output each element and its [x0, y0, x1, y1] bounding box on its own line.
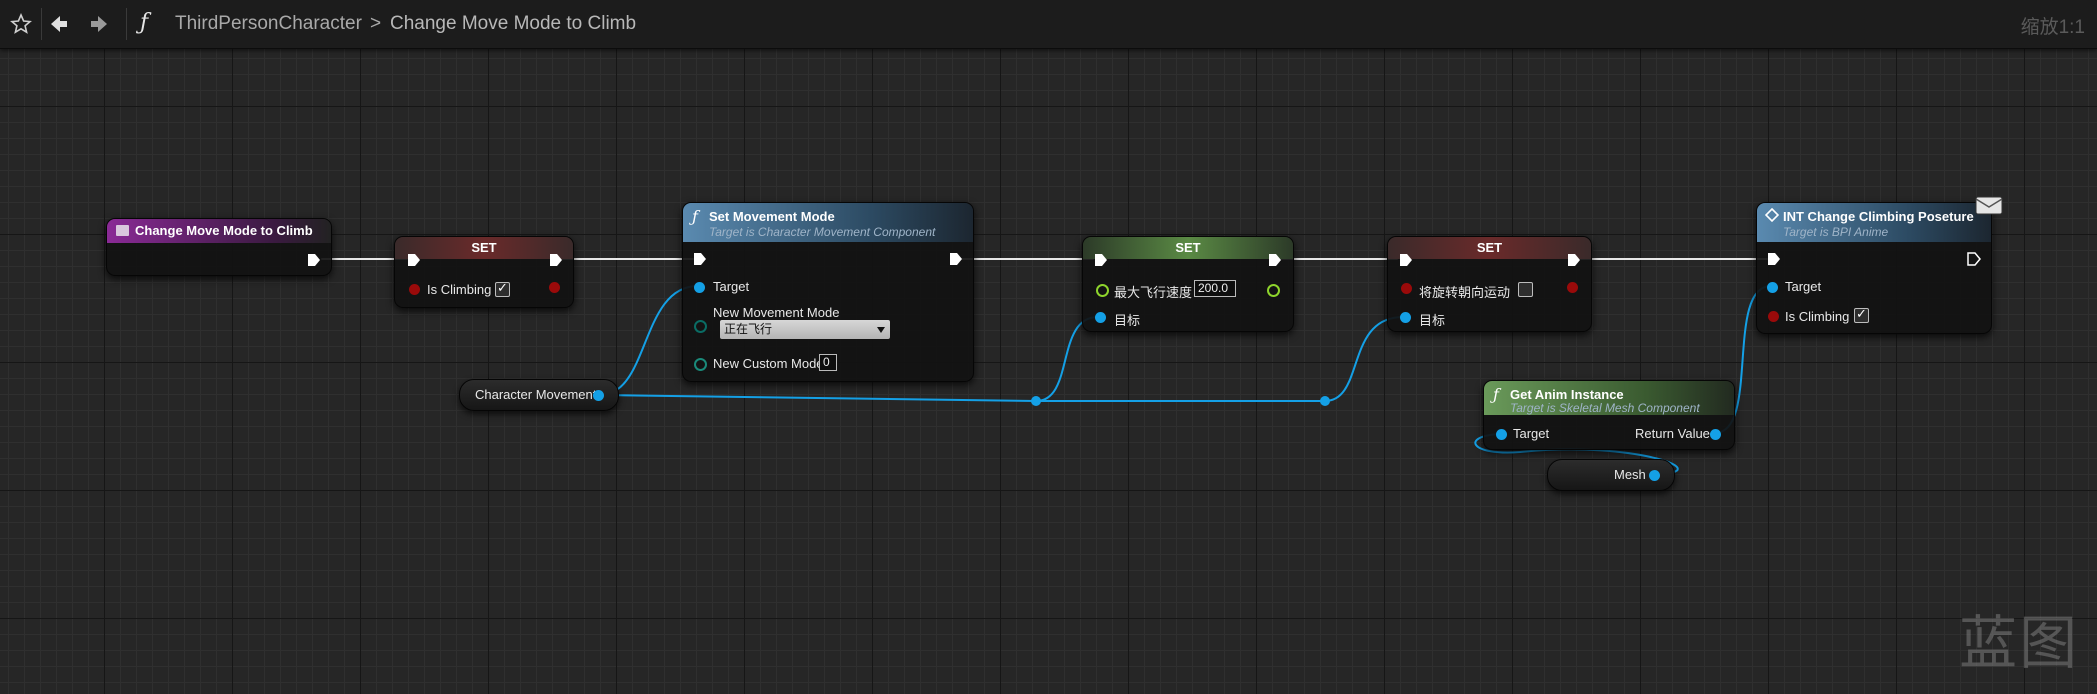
object-output-pin-icon[interactable] [1649, 470, 1660, 481]
node-subtitle: Target is Skeletal Mesh Component [1510, 401, 1700, 415]
chevron-down-icon [877, 327, 885, 333]
get-anim-instance-node[interactable]: ƒ Get Anim Instance Target is Skeletal M… [1483, 380, 1735, 450]
bool-output-pin-icon[interactable] [549, 282, 560, 293]
bool-input-pin-icon[interactable] [1401, 283, 1412, 294]
node-header: Change Move Mode to Climb [107, 219, 331, 243]
back-arrow-icon[interactable] [47, 12, 71, 36]
node-header: ƒ Set Movement Mode Target is Character … [683, 203, 973, 242]
float-input-pin-icon[interactable] [1096, 284, 1109, 297]
object-output-pin-icon[interactable] [1710, 429, 1721, 440]
exec-in-pin-icon[interactable] [693, 252, 707, 266]
pin-label: Is Climbing [1785, 309, 1850, 324]
dropdown-value: 正在飞行 [724, 322, 773, 336]
pin-label: 最大飞行速度 [1114, 285, 1193, 300]
orient-rotation-checkbox[interactable] [1518, 282, 1533, 297]
function-icon: ƒ [1493, 385, 1499, 404]
object-input-pin-icon[interactable] [1767, 282, 1778, 293]
custom-mode-input[interactable]: 0 [819, 354, 837, 371]
object-input-pin-icon[interactable] [1400, 312, 1411, 323]
exec-in-pin-icon[interactable] [1094, 253, 1108, 267]
character-movement-variable[interactable]: Character Movement [459, 379, 619, 411]
bool-input-pin-icon[interactable] [1768, 311, 1779, 322]
float-output-pin-icon[interactable] [1267, 284, 1280, 297]
object-input-pin-icon[interactable] [694, 282, 705, 293]
reroute-knot [1031, 396, 1041, 406]
node-title: Get Anim Instance [1510, 387, 1624, 402]
mesh-variable[interactable]: Mesh [1547, 459, 1675, 491]
set-movement-mode-node[interactable]: ƒ Set Movement Mode Target is Character … [682, 202, 974, 382]
node-title: SET [1388, 237, 1591, 259]
function-icon: ƒ [140, 10, 149, 35]
object-input-pin-icon[interactable] [1095, 312, 1106, 323]
function-entry-node[interactable]: Change Move Mode to Climb [106, 218, 332, 276]
set-max-fly-speed-node[interactable]: SET 最大飞行速度 200.0 目标 [1082, 236, 1294, 332]
exec-out-pin-icon[interactable] [1967, 252, 1981, 266]
node-header: ƒ Get Anim Instance Target is Skeletal M… [1484, 381, 1734, 415]
node-title: Set Movement Mode [709, 209, 835, 224]
exec-in-pin-icon[interactable] [1767, 252, 1781, 266]
object-input-pin-icon[interactable] [1496, 429, 1507, 440]
node-subtitle: Target is BPI Anime [1783, 225, 1889, 239]
breadcrumb-blueprint[interactable]: ThirdPersonCharacter [175, 13, 362, 35]
pin-label: Return Value [1635, 426, 1710, 441]
exec-in-pin-icon[interactable] [1399, 253, 1413, 267]
node-subtitle: Target is Character Movement Component [709, 225, 936, 239]
is-climbing-checkbox[interactable] [495, 280, 510, 297]
pin-label: New Custom Mode [713, 356, 824, 371]
exec-out-pin-icon[interactable] [307, 253, 321, 267]
set-is-climbing-node[interactable]: SET Is Climbing [394, 236, 574, 308]
pin-label: 目标 [1114, 313, 1141, 328]
watermark: 蓝图 [1958, 609, 2079, 677]
object-output-pin-icon[interactable] [593, 390, 604, 401]
fly-speed-input[interactable]: 200.0 [1194, 280, 1236, 297]
int-input-pin-icon[interactable] [694, 358, 707, 371]
variable-label: Mesh [1614, 467, 1646, 482]
byte-input-pin-icon[interactable] [694, 320, 707, 333]
pin-label: Target [1513, 426, 1550, 441]
breadcrumb-function[interactable]: Change Move Mode to Climb [390, 13, 636, 35]
toolbar-separator [41, 8, 42, 40]
node-title: Change Move Mode to Climb [135, 223, 313, 238]
exec-out-pin-icon[interactable] [949, 252, 963, 266]
favorite-star-icon[interactable] [9, 12, 33, 36]
function-icon: ƒ [692, 207, 698, 226]
pin-label: Target [1785, 279, 1822, 294]
pin-label: 目标 [1419, 313, 1446, 328]
graph-wires [321, 258, 1772, 475]
interface-message-icon [1765, 208, 1779, 222]
is-climbing-checkbox[interactable] [1854, 306, 1869, 323]
exec-out-pin-icon[interactable] [1567, 253, 1581, 267]
toolbar: ƒ ThirdPersonCharacter > Change Move Mod… [0, 0, 2097, 49]
forward-arrow-icon[interactable] [87, 12, 111, 36]
bool-input-pin-icon[interactable] [409, 284, 420, 295]
node-header: INT Change Climbing Poseture Target is B… [1757, 203, 1991, 242]
node-title: SET [1083, 237, 1293, 259]
exec-out-pin-icon[interactable] [549, 253, 563, 267]
set-orient-rotation-node[interactable]: SET 将旋转朝向运动 目标 [1387, 236, 1592, 332]
pin-label: Is Climbing [427, 282, 492, 297]
zoom-level: 缩放1:1 [2020, 17, 2085, 38]
toolbar-separator [126, 8, 127, 40]
exec-in-pin-icon[interactable] [407, 253, 421, 267]
breadcrumb-separator-icon: > [370, 13, 382, 34]
pin-label: Target [713, 279, 750, 294]
pin-label: 将旋转朝向运动 [1419, 285, 1511, 300]
pin-label: New Movement Mode [713, 305, 840, 320]
change-climbing-poseture-node[interactable]: INT Change Climbing Poseture Target is B… [1756, 196, 2003, 334]
bool-output-pin-icon[interactable] [1567, 282, 1578, 293]
node-title: SET [395, 237, 573, 259]
variable-label: Character Movement [475, 387, 597, 402]
movement-mode-dropdown[interactable]: 正在飞行 [720, 320, 890, 339]
envelope-icon [1975, 196, 2003, 215]
exec-out-pin-icon[interactable] [1268, 253, 1282, 267]
event-icon [116, 225, 129, 236]
reroute-knot [1320, 396, 1330, 406]
node-title: INT Change Climbing Poseture [1783, 209, 1974, 224]
